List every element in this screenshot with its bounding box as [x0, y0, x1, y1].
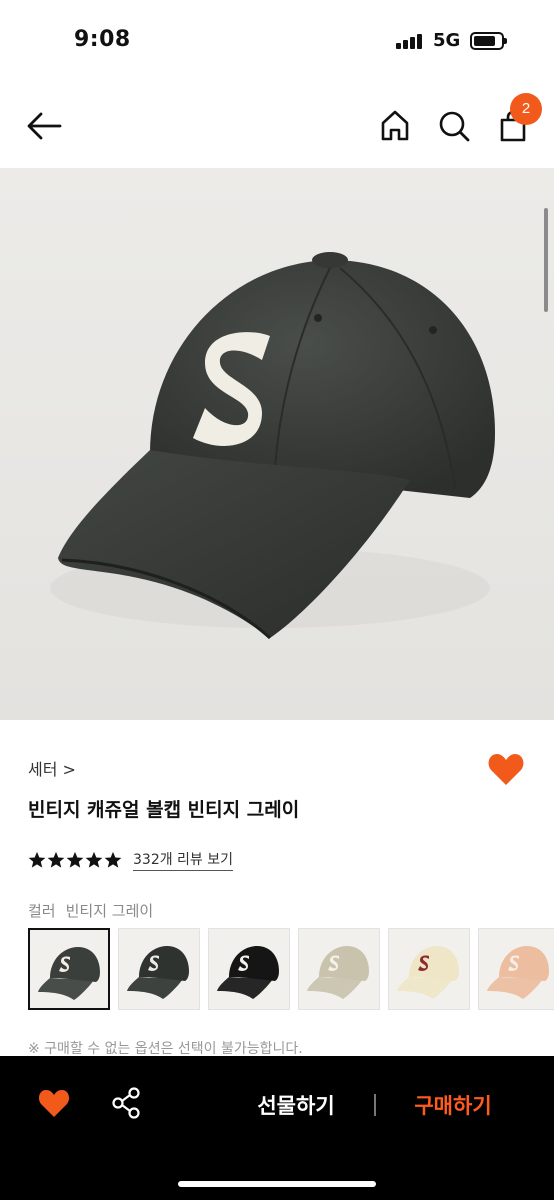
signal-icon: [396, 33, 426, 49]
star-icon: [47, 851, 65, 868]
top-nav-bar: [0, 84, 554, 168]
arrow-left-icon[interactable]: [24, 106, 64, 146]
cap-thumbnail: [217, 946, 279, 999]
star-icon: [28, 851, 46, 868]
star-icon: [66, 851, 84, 868]
cap-thumbnail: [307, 946, 369, 999]
cap-thumbnail: [487, 946, 549, 999]
home-icon[interactable]: [375, 106, 415, 146]
color-swatch[interactable]: [298, 928, 380, 1010]
color-swatch[interactable]: [208, 928, 290, 1010]
unavailable-option-notice: ※ 구매할 수 없는 옵션은 선택이 불가능합니다.: [28, 1041, 303, 1057]
heart-icon[interactable]: [487, 752, 525, 786]
buy-button[interactable]: 구매하기: [393, 1090, 513, 1120]
color-swatch[interactable]: [118, 928, 200, 1010]
review-link[interactable]: 332개 리뷰 보기: [133, 849, 234, 871]
network-label: 5G: [433, 30, 461, 51]
color-label: 컬러: [28, 902, 56, 920]
status-time: 9:08: [74, 27, 131, 52]
cap-thumbnail: [397, 946, 459, 999]
bottom-action-bar: 선물하기 구매하기: [0, 1056, 554, 1200]
heart-icon[interactable]: [38, 1088, 70, 1118]
cart-count-badge: 2: [510, 93, 542, 125]
rating-stars: [28, 851, 122, 869]
star-icon: [104, 851, 122, 868]
cap-thumbnail: [127, 946, 189, 999]
rating: 332개 리뷰 보기: [28, 848, 234, 872]
battery-icon: [470, 32, 507, 50]
color-swatch[interactable]: [28, 928, 110, 1010]
color-value: 빈티지 그레이: [65, 902, 154, 920]
scroll-indicator[interactable]: [544, 208, 548, 312]
product-title: 빈티지 캐쥬얼 볼캡 빈티지 그레이: [28, 799, 300, 821]
cap-thumbnail: [38, 947, 100, 1000]
brand-link[interactable]: 세터 >: [28, 756, 76, 780]
color-swatches: [28, 928, 554, 1010]
divider: [374, 1094, 376, 1116]
color-swatch[interactable]: [388, 928, 470, 1010]
product-image[interactable]: [0, 168, 554, 720]
status-bar: 9:08 5G: [0, 0, 554, 84]
home-indicator: [178, 1181, 376, 1187]
color-option-label: 컬러 빈티지 그레이: [28, 900, 153, 921]
baseball-cap-image: [50, 252, 495, 640]
star-icon: [85, 851, 103, 868]
color-swatch[interactable]: [478, 928, 554, 1010]
search-icon[interactable]: [434, 106, 474, 146]
share-icon[interactable]: [110, 1086, 142, 1120]
gift-button[interactable]: 선물하기: [236, 1090, 356, 1120]
